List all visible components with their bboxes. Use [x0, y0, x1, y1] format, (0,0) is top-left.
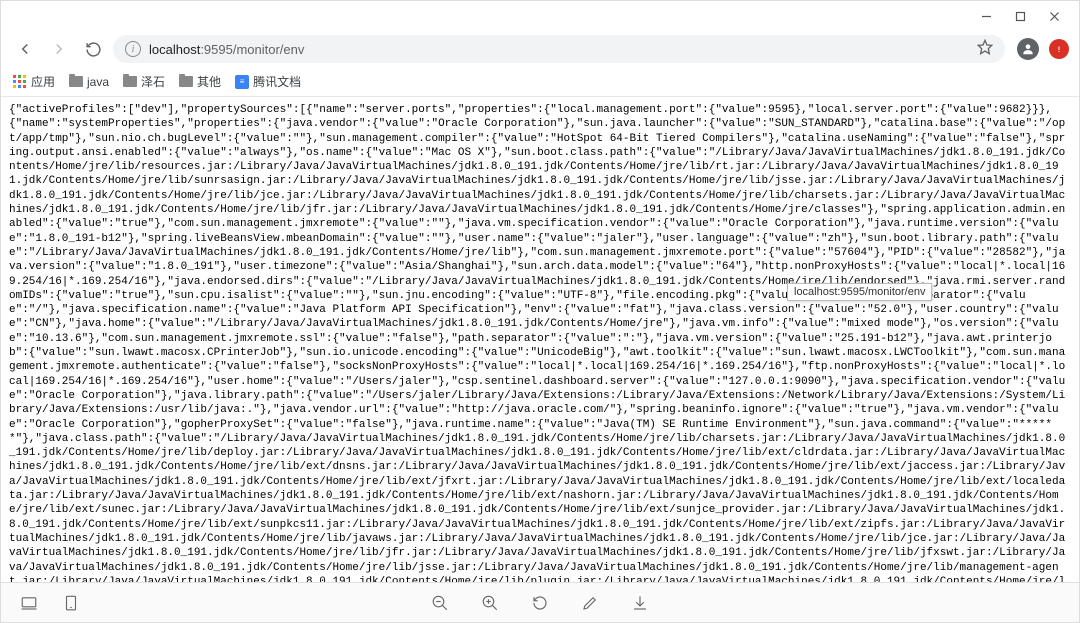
bookmarks-bar: 应用 java 泽石 其他 ≡ 腾讯文档: [1, 67, 1079, 97]
refresh-button[interactable]: [526, 589, 554, 617]
zoom-out-button[interactable]: [426, 589, 454, 617]
tablet-icon[interactable]: [57, 589, 85, 617]
browser-window: i localhost:9595/monitor/env 应用 java: [0, 0, 1080, 623]
minimize-button[interactable]: [969, 5, 1003, 27]
folder-icon: [179, 76, 193, 87]
bookmark-star-icon[interactable]: [977, 39, 993, 60]
url-text: localhost:9595/monitor/env: [149, 42, 304, 57]
maximize-button[interactable]: [1003, 5, 1037, 27]
json-response-body[interactable]: {"activeProfiles":["dev"],"propertySourc…: [1, 97, 1079, 582]
bookmark-label: java: [87, 75, 109, 89]
bookmark-label: 泽石: [141, 73, 165, 90]
forward-button[interactable]: [45, 35, 73, 63]
window-titlebar: [1, 1, 1079, 31]
address-bar[interactable]: i localhost:9595/monitor/env: [113, 35, 1005, 63]
bookmark-tencent-docs[interactable]: ≡ 腾讯文档: [235, 73, 301, 90]
bookmark-label: 腾讯文档: [253, 73, 301, 90]
download-button[interactable]: [626, 589, 654, 617]
page-content[interactable]: {"activeProfiles":["dev"],"propertySourc…: [1, 97, 1079, 582]
folder-icon: [123, 76, 137, 87]
browser-navbar: i localhost:9595/monitor/env: [1, 31, 1079, 67]
bottom-toolbar: [1, 582, 1079, 622]
zoom-in-button[interactable]: [476, 589, 504, 617]
extension-badge[interactable]: [1049, 39, 1069, 59]
close-button[interactable]: [1037, 5, 1071, 27]
site-info-icon[interactable]: i: [125, 41, 141, 57]
apps-label: 应用: [31, 73, 55, 90]
bookmark-folder-other[interactable]: 其他: [179, 73, 221, 90]
edit-button[interactable]: [576, 589, 604, 617]
apps-icon: [13, 75, 27, 89]
apps-shortcut[interactable]: 应用: [13, 73, 55, 90]
tencent-docs-icon: ≡: [235, 75, 249, 89]
device-icon[interactable]: [15, 589, 43, 617]
bookmark-label: 其他: [197, 73, 221, 90]
bookmark-folder-zeshi[interactable]: 泽石: [123, 73, 165, 90]
profile-avatar[interactable]: [1017, 38, 1039, 60]
folder-icon: [69, 76, 83, 87]
back-button[interactable]: [11, 35, 39, 63]
bookmark-folder-java[interactable]: java: [69, 75, 109, 89]
reload-button[interactable]: [79, 35, 107, 63]
link-hover-tooltip: localhost:9595/monitor/env: [787, 283, 932, 301]
